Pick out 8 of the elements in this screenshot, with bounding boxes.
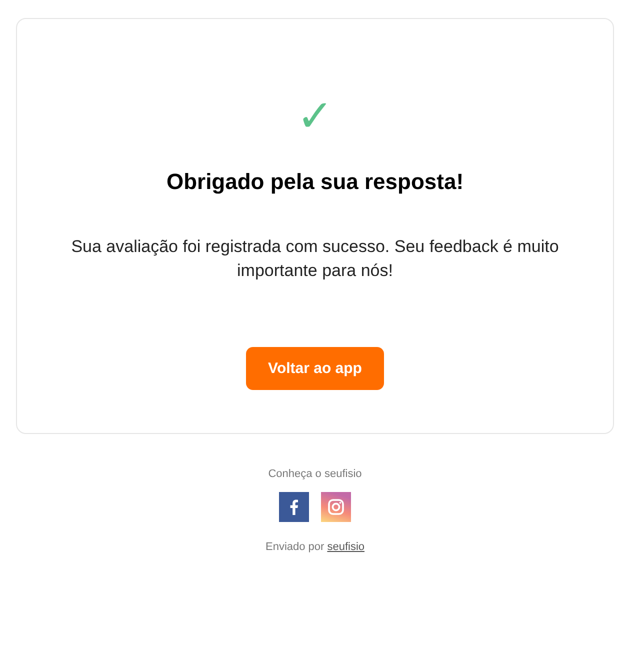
seufisio-link[interactable]: seufisio xyxy=(327,541,364,553)
sent-by-text: Enviado por xyxy=(265,541,324,553)
instagram-icon[interactable] xyxy=(321,492,351,522)
check-mark: ✓ xyxy=(296,91,334,143)
message: Sua avaliação foi registrada com sucesso. Seu feedback é muito importante para nós! xyxy=(70,236,560,282)
title: Obrigado pela sua resposta! xyxy=(166,169,464,195)
tagline: Conheça o seufisio xyxy=(268,468,362,480)
facebook-icon[interactable] xyxy=(279,492,309,522)
